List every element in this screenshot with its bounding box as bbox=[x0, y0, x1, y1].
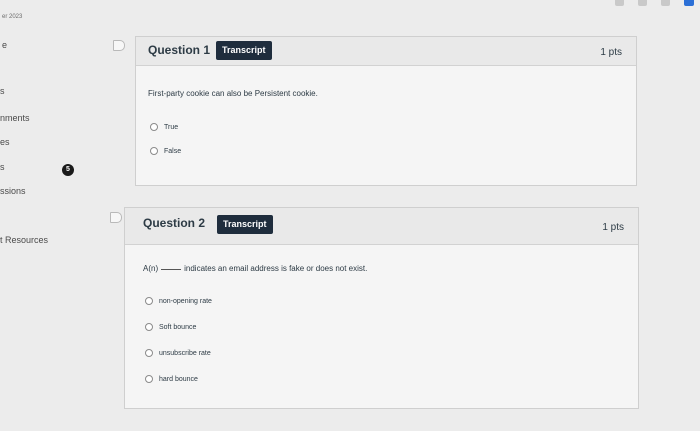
answer-option[interactable]: unsubscribe rate bbox=[145, 349, 211, 357]
flag-question-icon[interactable] bbox=[110, 212, 122, 223]
question-card-2: Question 2 Transcript 1 pts A(n) indicate… bbox=[124, 207, 639, 409]
nav-item-resources[interactable]: t Resources bbox=[0, 235, 48, 245]
toolbar-icon-4[interactable] bbox=[684, 0, 694, 6]
answer-option[interactable]: True bbox=[150, 123, 178, 131]
nav-item[interactable]: s bbox=[0, 86, 5, 96]
nav-item[interactable]: e bbox=[2, 40, 7, 50]
question-text-before: A(n) bbox=[143, 264, 159, 273]
fill-in-blank bbox=[161, 269, 182, 270]
radio-button[interactable] bbox=[145, 349, 153, 357]
nav-item[interactable]: s bbox=[0, 162, 5, 172]
notification-badge: 5 bbox=[62, 164, 74, 176]
question-card-1: Question 1 Transcript 1 pts First-party … bbox=[135, 36, 637, 186]
answer-label: unsubscribe rate bbox=[159, 349, 211, 357]
answer-option[interactable]: False bbox=[150, 147, 181, 155]
question-text: A(n) indicates an email address is fake o… bbox=[143, 264, 367, 273]
radio-button[interactable] bbox=[145, 297, 153, 305]
question-points: 1 pts bbox=[600, 47, 622, 58]
answer-label: False bbox=[164, 147, 182, 155]
toolbar-icon-3[interactable] bbox=[661, 0, 670, 6]
nav-item-assignments[interactable]: nments bbox=[0, 113, 30, 123]
nav-item-discussions[interactable]: ssions bbox=[0, 186, 26, 196]
question-header bbox=[136, 37, 636, 66]
radio-button[interactable] bbox=[145, 375, 153, 383]
question-points: 1 pts bbox=[602, 222, 624, 233]
radio-button[interactable] bbox=[145, 323, 153, 331]
radio-button[interactable] bbox=[150, 123, 158, 131]
answer-option[interactable]: non-opening rate bbox=[145, 297, 212, 305]
question-text-after: indicates an email address is fake or do… bbox=[184, 264, 368, 273]
answer-label: non-opening rate bbox=[159, 297, 212, 305]
nav-item[interactable]: es bbox=[0, 137, 10, 147]
answer-label: Soft bounce bbox=[159, 323, 197, 331]
flag-question-icon[interactable] bbox=[113, 40, 125, 51]
toolbar-icon-2[interactable] bbox=[638, 0, 647, 6]
question-title: Question 1 bbox=[148, 43, 211, 57]
answer-label: True bbox=[164, 123, 179, 131]
answer-label: hard bounce bbox=[159, 375, 198, 383]
radio-button[interactable] bbox=[150, 147, 158, 155]
transcript-button[interactable]: Transcript bbox=[217, 215, 273, 234]
question-title: Question 2 bbox=[143, 216, 206, 230]
transcript-button[interactable]: Transcript bbox=[216, 41, 272, 60]
question-text: First-party cookie can also be Persisten… bbox=[148, 89, 318, 98]
toolbar-icon-1[interactable] bbox=[615, 0, 624, 6]
course-navigation: e s nments es s 5 ssions t Resources bbox=[0, 0, 110, 431]
answer-option[interactable]: hard bounce bbox=[145, 375, 198, 383]
answer-option[interactable]: Soft bounce bbox=[145, 323, 196, 331]
top-toolbar bbox=[615, 0, 694, 6]
